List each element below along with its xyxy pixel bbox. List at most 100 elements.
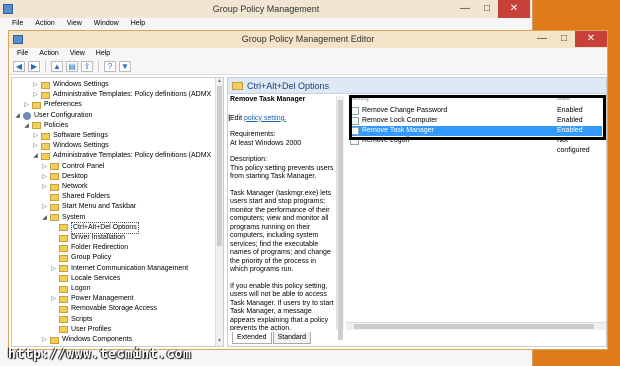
folder-icon — [41, 142, 50, 150]
tree-item[interactable]: Removable Storage Access — [50, 304, 157, 314]
tab-extended[interactable]: Extended — [232, 332, 272, 344]
list-horizontal-scrollbar[interactable] — [346, 322, 606, 330]
expand-arrow-icon[interactable]: ▷ — [41, 202, 48, 212]
tree-item-label: Driver Installation — [71, 234, 126, 241]
gpme-menu-help[interactable]: Help — [96, 48, 110, 59]
tree-item[interactable]: ▷ Windows Components — [41, 335, 132, 345]
export-list-icon[interactable]: ⇪ — [81, 61, 93, 72]
tree-item-label: Group Policy — [71, 254, 112, 262]
toolbar-separator — [98, 61, 99, 72]
tab-standard[interactable]: Standard — [272, 332, 312, 344]
tree-item-label: Windows Settings — [53, 81, 109, 88]
maximize-button[interactable]: □ — [476, 0, 498, 18]
collapse-arrow-icon[interactable]: ◢ — [41, 213, 48, 223]
back-arrow-icon[interactable]: ◀ — [13, 61, 25, 72]
help-icon[interactable]: ? — [104, 61, 116, 72]
folder-icon — [59, 234, 68, 242]
menu-view[interactable]: View — [67, 18, 82, 30]
expand-arrow-icon[interactable]: ▷ — [41, 162, 48, 172]
tree-item[interactable]: Logon — [50, 284, 90, 294]
expand-arrow-icon[interactable]: ▷ — [32, 90, 39, 100]
tree-item-label: Ctrl+Alt+Del Options — [71, 221, 139, 234]
tree-item[interactable]: ▷ Windows Settings — [32, 141, 109, 151]
gpme-app-icon — [13, 35, 23, 44]
collapse-arrow-icon[interactable]: ◢ — [23, 121, 30, 131]
tree-item[interactable]: Locale Services — [50, 274, 120, 284]
tree-item-label: Internet Communication Management — [71, 264, 189, 272]
description-scrollbar[interactable] — [336, 96, 344, 340]
gpm-title: Group Policy Management — [212, 4, 320, 14]
tree-item-label: Windows Settings — [53, 142, 109, 150]
expand-arrow-icon[interactable]: ▷ — [23, 100, 30, 110]
edit-policy-link[interactable]: policy setting. — [244, 115, 286, 122]
tree-scrollbar[interactable]: ▲ ▼ — [215, 78, 223, 346]
tree-item[interactable]: ▷ Software Settings — [32, 131, 108, 141]
tree-item[interactable]: Scripts — [50, 315, 92, 325]
scroll-thumb[interactable] — [354, 324, 594, 329]
tree-item-label: Preferences — [44, 101, 82, 109]
show-hide-tree-icon[interactable]: ▤ — [66, 61, 78, 72]
tree-item[interactable]: ▷ Windows Settings — [32, 80, 109, 90]
folder-icon — [50, 203, 59, 211]
gpme-maximize-button[interactable]: □ — [553, 31, 575, 47]
tree-item[interactable]: ▷ Start Menu and Taskbar — [41, 202, 136, 212]
collapse-arrow-icon[interactable]: ◢ — [32, 151, 39, 161]
gpme-minimize-button[interactable]: — — [531, 31, 553, 47]
tree-item[interactable]: Group Policy — [50, 253, 111, 263]
tree-item[interactable]: ◢ Administrative Templates: Policy defini… — [32, 151, 211, 161]
tree-item[interactable]: Driver Installation — [50, 233, 125, 243]
gpme-menu-file[interactable]: File — [17, 48, 28, 59]
tree-item[interactable]: ◢ Policies — [23, 121, 68, 131]
tree-item-label: Scripts — [71, 315, 93, 323]
tree-item[interactable]: ▷ Power Management — [50, 294, 134, 304]
gpme-menu-view[interactable]: View — [70, 48, 85, 59]
tree-item[interactable]: User Profiles — [50, 325, 111, 335]
scroll-thumb[interactable] — [217, 86, 222, 246]
tree-item[interactable]: ◢ User Configuration — [14, 111, 92, 121]
scroll-up-icon[interactable]: ▲ — [216, 78, 223, 86]
tree-item[interactable]: ▷ Control Panel — [41, 162, 104, 172]
tree-item[interactable]: ▷ Administrative Templates: Policy defini… — [32, 90, 211, 100]
gpme-close-button[interactable]: ✕ — [575, 31, 607, 47]
tree-item[interactable]: ▷ Desktop — [41, 172, 88, 182]
expand-arrow-icon[interactable]: ▷ — [32, 141, 39, 151]
menu-action[interactable]: Action — [35, 18, 54, 30]
up-folder-icon[interactable]: ▲ — [51, 61, 63, 72]
scroll-down-icon[interactable]: ▼ — [216, 338, 223, 346]
gpme-title: Group Policy Management Editor — [241, 34, 375, 44]
gpme-window: Group Policy Management Editor — □ ✕ Fil… — [8, 30, 608, 350]
forward-arrow-icon[interactable]: ▶ — [28, 61, 40, 72]
tree-item-label: Shared Folders — [62, 193, 110, 201]
close-button[interactable]: ✕ — [498, 0, 530, 18]
tree-item-selected[interactable]: Ctrl+Alt+Del Options — [50, 221, 139, 234]
tree-item-label: Policies — [44, 121, 69, 129]
expand-arrow-icon[interactable]: ▷ — [41, 182, 48, 192]
expand-arrow-icon[interactable]: ▷ — [32, 131, 39, 141]
gpme-menu-action[interactable]: Action — [39, 48, 58, 59]
minimize-button[interactable]: — — [454, 0, 476, 18]
tree-item-label: User Configuration — [34, 111, 93, 119]
folder-icon — [50, 193, 59, 201]
scroll-thumb[interactable] — [338, 100, 343, 340]
expand-arrow-icon[interactable]: ▷ — [41, 172, 48, 182]
tree-item[interactable]: ▷ Network — [41, 182, 88, 192]
expand-arrow-icon[interactable]: ▷ — [32, 80, 39, 90]
gpme-title-bar[interactable]: Group Policy Management Editor — □ ✕ — [9, 31, 607, 48]
gpme-menu-bar: File Action View Help — [9, 48, 607, 59]
details-header-title: Ctrl+Alt+Del Options — [247, 80, 330, 91]
gpm-title-bar[interactable]: Group Policy Management — □ ✕ — [0, 0, 532, 18]
tree-item[interactable]: Folder Redirection — [50, 243, 128, 253]
expand-arrow-icon[interactable]: ▷ — [50, 294, 57, 304]
folder-icon — [50, 163, 59, 171]
tree-item[interactable]: ▷ Preferences — [23, 100, 82, 110]
menu-help[interactable]: Help — [131, 18, 145, 30]
tree-item[interactable]: Shared Folders — [41, 192, 110, 202]
tree-item-label: Logon — [71, 285, 91, 292]
tree-item[interactable]: ▷ Internet Communication Management — [50, 264, 188, 274]
filter-icon[interactable]: ▼ — [119, 61, 131, 72]
expand-arrow-icon[interactable]: ▷ — [50, 264, 57, 274]
menu-window[interactable]: Window — [94, 18, 119, 30]
collapse-arrow-icon[interactable]: ◢ — [14, 111, 21, 121]
menu-file[interactable]: File — [12, 18, 23, 30]
expand-arrow-icon[interactable]: ▷ — [41, 335, 48, 345]
